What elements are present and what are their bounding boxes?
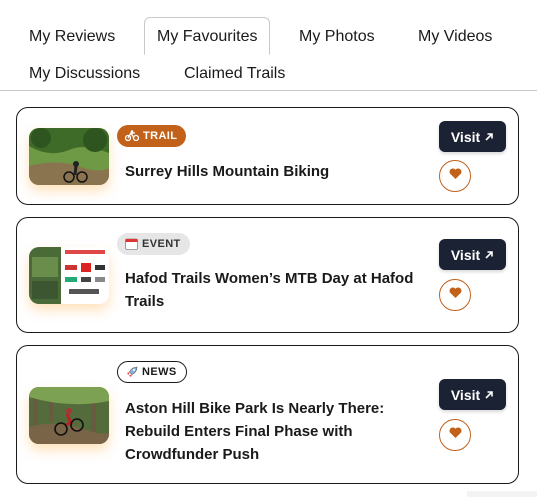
external-arrow-icon [484, 250, 494, 260]
tab-my-photos[interactable]: My Photos [299, 27, 375, 47]
bike-icon [125, 130, 139, 142]
tab-my-reviews[interactable]: My Reviews [29, 27, 115, 47]
favourite-button[interactable] [439, 160, 471, 192]
visit-label: Visit [450, 246, 481, 263]
profile-tabs: My Reviews My Favourites My Photos My Vi… [0, 0, 537, 91]
category-badge: NEWS [117, 361, 187, 383]
tab-my-favourites[interactable]: My Favourites [144, 17, 271, 55]
badge-label: TRAIL [143, 130, 178, 142]
favourite-title[interactable]: Surrey Hills Mountain Biking [125, 160, 425, 183]
news-thumbnail[interactable] [29, 387, 109, 444]
tab-my-discussions[interactable]: My Discussions [29, 64, 140, 84]
visit-button[interactable]: Visit [439, 379, 506, 410]
heart-icon [449, 426, 462, 444]
favourite-card: NEWS Aston Hill Bike Park Is Nearly Ther… [16, 345, 519, 484]
visit-label: Visit [450, 386, 481, 403]
favourite-button[interactable] [439, 279, 471, 311]
favourite-button[interactable] [439, 419, 471, 451]
rocket-icon [126, 366, 138, 378]
badge-label: NEWS [142, 366, 177, 378]
favourite-title[interactable]: Hafod Trails Women’s MTB Day at Hafod Tr… [125, 267, 425, 313]
tab-my-videos[interactable]: My Videos [418, 27, 492, 47]
category-badge: TRAIL [117, 125, 187, 147]
trail-thumbnail[interactable] [29, 128, 109, 185]
category-badge: EVENT [117, 233, 190, 255]
external-arrow-icon [484, 390, 494, 400]
scroll-indicator [467, 491, 537, 497]
heart-icon [449, 286, 462, 304]
external-arrow-icon [484, 132, 494, 142]
visit-button[interactable]: Visit [439, 239, 506, 270]
calendar-icon [125, 238, 138, 250]
favourite-card: EVENT Hafod Trails Women’s MTB Day at Ha… [16, 217, 519, 333]
heart-icon [449, 167, 462, 185]
badge-label: EVENT [142, 238, 181, 250]
favourite-title[interactable]: Aston Hill Bike Park Is Nearly There: Re… [125, 397, 425, 466]
visit-label: Visit [450, 128, 481, 145]
favourite-card: TRAIL Surrey Hills Mountain Biking Visit [16, 107, 519, 205]
visit-button[interactable]: Visit [439, 121, 506, 152]
event-thumbnail[interactable] [29, 247, 109, 304]
tab-claimed-trails[interactable]: Claimed Trails [184, 64, 285, 84]
